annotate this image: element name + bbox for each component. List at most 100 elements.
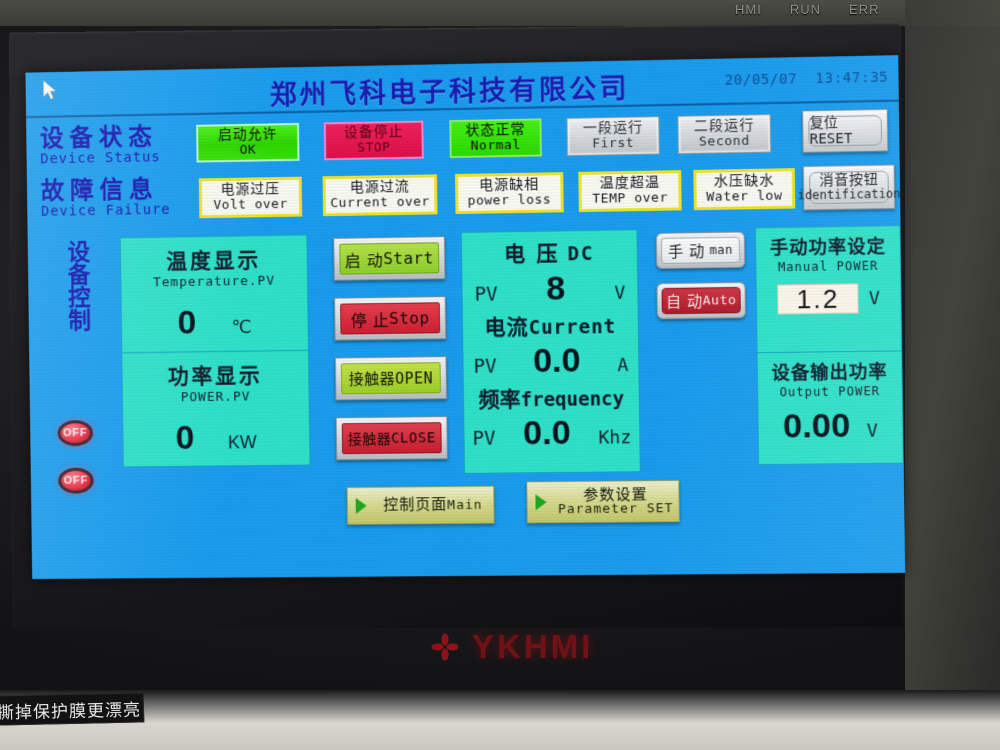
manual-power-title-en: Manual POWER [777, 258, 879, 275]
nav-main-button[interactable]: 控制页面Main [346, 485, 495, 525]
background-bottom [0, 690, 1000, 750]
play-triangle-icon-2 [535, 494, 547, 511]
manual-mode-button-cn: 手 动 [667, 241, 705, 261]
led-label-hmi: HMI [735, 2, 762, 17]
status-chip-second-stage[interactable]: 二段运行 Second [677, 114, 772, 155]
device-failure-label-cn: 故障信息 [40, 175, 159, 205]
fault-chip-water-low[interactable]: 水压缺水 Water low [693, 168, 796, 211]
current-title-en: Current [528, 315, 617, 340]
temperature-title-en: Temperature.PV [152, 273, 276, 291]
contactor-close-button[interactable]: 接触器 CLOSE [335, 416, 448, 461]
output-power-readout: 设备输出功率 Output POWER 0.00 V [758, 357, 903, 477]
manual-power-value: 1.2 [796, 283, 840, 314]
indicator-lamp-1-label: OFF [62, 427, 88, 440]
power-title-en: POWER.PV [180, 389, 251, 406]
current-pv-tag: PV [473, 355, 497, 378]
date-text: 20/05/07 [724, 71, 798, 89]
power-readout: 功率显示 POWER.PV 0 KW [122, 351, 309, 468]
protective-film-sticker: 撕掉保护膜更漂亮 [0, 692, 145, 726]
device-control-vertical-label: 设备控制 [62, 239, 90, 332]
title-bar: 郑州飞科电子科技有限公司 20/05/07 13:47:35 [25, 55, 899, 119]
fault-chip-temp-over-cn: 温度超温 [599, 174, 661, 193]
fault-chip-power-loss-cn: 电源缺相 [479, 177, 540, 195]
fault-chip-power-loss[interactable]: 电源缺相 power loss [454, 172, 564, 215]
fault-chip-volt-over-en: Volt over [213, 196, 288, 213]
current-title-cn: 电流 [484, 315, 529, 340]
voltage-title-cn: 电 压 [503, 241, 560, 267]
fault-chip-temp-over[interactable]: 温度超温 TEMP over [578, 170, 682, 213]
nav-main-button-cn: 控制页面 [383, 495, 448, 514]
start-button-cn: 启 动 [344, 250, 384, 271]
status-chip-device-stop-cn: 设备停止 [343, 124, 404, 142]
fault-chip-current-over[interactable]: 电源过流 Current over [322, 174, 438, 217]
output-power-unit: V [866, 420, 878, 442]
temperature-unit: ℃ [231, 316, 252, 337]
device-failure-label: 故障信息 Device Failure [40, 175, 171, 220]
indicator-lamp-1[interactable]: OFF [57, 420, 94, 447]
device-status-label-cn: 设备状态 [39, 122, 159, 153]
manual-mode-button[interactable]: 手 动 man [655, 231, 746, 270]
status-chip-normal[interactable]: 状态正常 Normal [449, 118, 542, 159]
frequency-value: 0.0 [522, 413, 571, 453]
nav-main-button-en: Main [447, 497, 483, 514]
auto-mode-button-en: Auto [702, 292, 737, 309]
time-text: 13:47:35 [815, 69, 889, 88]
status-chip-first-stage-cn: 一段运行 [582, 119, 644, 138]
fault-chip-volt-over-cn: 电源过压 [220, 181, 281, 199]
output-power-title-en: Output POWER [779, 384, 881, 400]
datetime-display: 20/05/07 13:47:35 [725, 69, 889, 88]
status-chip-start-permit-en: OK [239, 142, 257, 158]
nav-parameter-set-button-en: Parameter SET [557, 501, 674, 518]
output-power-value: 0.00 [782, 406, 851, 446]
reset-button-cn: 复位 [809, 115, 838, 132]
status-chip-normal-en: Normal [470, 137, 521, 154]
brand-name: YKHMI [472, 628, 594, 665]
fault-chip-current-over-cn: 电源过流 [349, 179, 410, 197]
protective-film-sticker-text: 撕掉保护膜更漂亮 [0, 699, 142, 724]
fault-chip-volt-over[interactable]: 电源过压 Volt over [198, 176, 303, 219]
brand-logo: YKHMI [430, 628, 593, 666]
manual-power-input[interactable]: 1.2 [777, 283, 859, 315]
frequency-readout: 频率frequency PV 0.0 Khz [464, 382, 640, 454]
auto-mode-button[interactable]: 自 动 Auto [656, 281, 746, 320]
reset-button[interactable]: 复位RESET [802, 108, 889, 153]
display-bezel: 郑州飞科电子科技有限公司 20/05/07 13:47:35 设备状态 Devi… [8, 23, 906, 629]
temp-power-panel: 温度显示 Temperature.PV 0 ℃ 功率显示 POWER.PV 0 … [119, 234, 311, 468]
auto-mode-button-cn: 自 动 [665, 292, 703, 311]
mouse-cursor-icon [43, 80, 59, 102]
temperature-value: 0 [177, 303, 197, 342]
start-button[interactable]: 启 动 Start [333, 236, 446, 281]
indicator-lamp-2[interactable]: OFF [58, 467, 94, 494]
status-chip-second-stage-en: Second [698, 133, 750, 150]
contactor-close-button-cn: 接触器 [347, 431, 392, 448]
fault-chip-temp-over-en: TEMP over [592, 189, 668, 207]
contactor-open-button[interactable]: 接触器 OPEN [334, 356, 448, 401]
temperature-title-cn: 温度显示 [166, 248, 262, 274]
led-label-run: RUN [789, 2, 822, 17]
power-title-cn: 功率显示 [167, 363, 263, 389]
fault-chip-water-low-cn: 水压缺水 [713, 172, 775, 191]
frequency-title-cn: 频率 [478, 387, 521, 412]
hmi-screen[interactable]: 郑州飞科电子科技有限公司 20/05/07 13:47:35 设备状态 Devi… [25, 55, 906, 580]
voltage-value: 8 [546, 269, 566, 308]
contactor-close-button-en: CLOSE [390, 429, 436, 447]
page-title: 郑州飞科电子科技有限公司 [269, 73, 630, 112]
status-chip-first-stage[interactable]: 一段运行 First [566, 116, 660, 157]
voltage-unit: V [614, 282, 626, 304]
mute-button[interactable]: 消音按钮 identification [797, 164, 901, 211]
voltage-readout: 电 压 DC PV 8 V [462, 230, 638, 310]
stop-button[interactable]: 停 止 Stop [334, 296, 447, 341]
manual-power-unit: V [868, 287, 881, 309]
fault-chip-water-low-en: Water low [706, 188, 783, 205]
status-chip-device-stop[interactable]: 设备停止 STOP [323, 120, 424, 161]
manual-power-setting: 手动功率设定 Manual POWER 1.2 V [755, 232, 902, 354]
voltage-title-en: DC [567, 242, 595, 266]
power-value: 0 [175, 418, 195, 457]
status-chip-start-permit[interactable]: 启动允许 OK [196, 122, 300, 163]
status-chip-device-stop-en: STOP [357, 139, 391, 156]
status-chip-first-stage-en: First [592, 135, 635, 152]
device-status-label: 设备状态 Device Status [39, 122, 161, 168]
flower-logo-icon [431, 633, 459, 661]
manual-mode-button-en: man [709, 242, 734, 258]
nav-parameter-set-button[interactable]: 参数设置 Parameter SET [526, 479, 680, 524]
